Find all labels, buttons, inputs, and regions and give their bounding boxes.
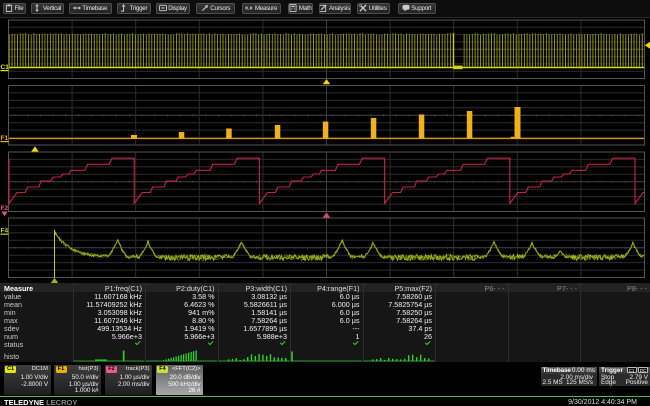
svg-text:F2: F2 xyxy=(1,205,9,212)
svg-text:F4: F4 xyxy=(1,228,9,235)
svg-text:F1: F1 xyxy=(1,135,9,142)
svg-text:C1: C1 xyxy=(1,64,10,71)
